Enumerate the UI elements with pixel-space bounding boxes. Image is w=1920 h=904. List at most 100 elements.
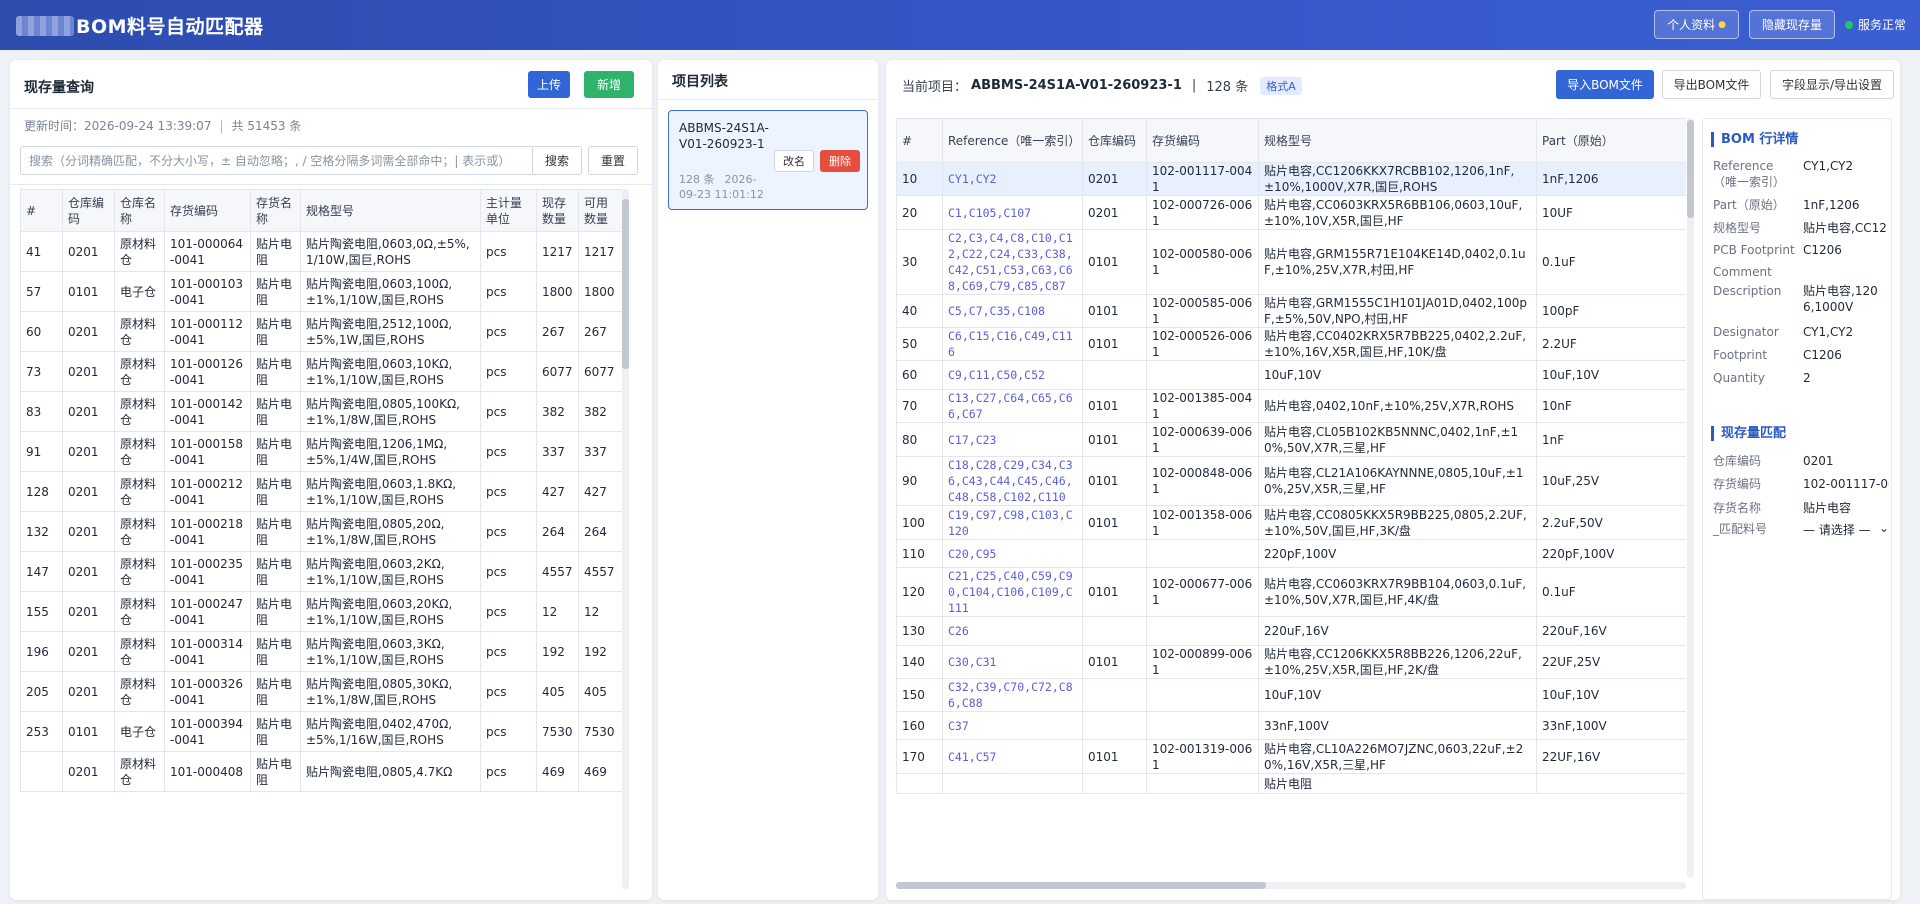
bom-row[interactable]: 10 CY1,CY2 0201 102-001117-0041 贴片电容,CC1206K… (896, 162, 1686, 196)
stock-row[interactable]: 147 0201 原材料仓 101-000235-0041 贴片电阻 贴片陶瓷电阻,060… (20, 551, 622, 592)
current-project: 当前项目： ABBMS-24S1A-V01-260923-1 | 128 条 格… (902, 76, 1302, 95)
bom-cell: 22UF,16V (1536, 739, 1686, 774)
search-button[interactable]: 搜索 (532, 146, 582, 175)
bom-cell (1536, 773, 1686, 794)
total-count: 共 51453 条 (231, 119, 302, 133)
stock-cell: 贴片电阻 (250, 311, 301, 352)
stock-scroll-thumb[interactable] (622, 199, 629, 369)
stock-field-value: 贴片电容 (1803, 501, 1852, 515)
stock-row[interactable]: 132 0201 原材料仓 101-000218-0041 贴片电阻 贴片陶瓷电阻,080… (20, 511, 622, 552)
bom-cell: 10UF (1536, 195, 1686, 230)
stock-cell: pcs (480, 751, 537, 792)
reference-cell: C20,C95 (942, 539, 1083, 568)
bom-cell: 10 (896, 162, 943, 196)
profile-button[interactable]: 个人资料 ● (1654, 10, 1739, 39)
bom-hscrollbar[interactable] (896, 882, 1686, 889)
bom-scroll-thumb[interactable] (1687, 120, 1694, 218)
stock-cell: pcs (480, 551, 537, 592)
stock-search-input[interactable] (20, 146, 534, 175)
stock-row[interactable]: 41 0201 原材料仓 101-000064-0041 贴片电阻 贴片陶瓷电阻,0603… (20, 231, 622, 272)
bom-cell: 贴片电容,CL21A106KAYNNNE,0805,10uF,±10%,25V,… (1258, 456, 1537, 506)
stock-cell: 贴片陶瓷电阻,1206,1MΩ,±5%,1/4W,国巨,ROHS (300, 431, 481, 472)
stock-cell: 101-000218-0041 (164, 511, 251, 552)
stock-row[interactable]: 196 0201 原材料仓 101-000314-0041 贴片电阻 贴片陶瓷电阻,060… (20, 631, 622, 672)
export-bom-button[interactable]: 导出BOM文件 (1662, 70, 1761, 99)
bom-row[interactable]: 70 C13,C27,C64,C65,C66,C67 0101 102-001385-… (896, 389, 1686, 423)
bom-table-wrap: # Reference（唯一索引） 仓库编码 存货编码 规格型号 Part（原始） 10 C… (896, 118, 1686, 888)
bom-cell (1146, 539, 1259, 568)
bom-cell: 33nF,100V (1258, 711, 1537, 740)
bom-row[interactable]: 120 C21,C25,C40,C59,C90,C104,C106,C109,C1… (896, 567, 1686, 617)
bom-row[interactable]: 140 C30,C31 0101 102-000899-0061 贴片电容,CC1206… (896, 645, 1686, 679)
reference-cell: C26 (942, 616, 1083, 646)
stock-row[interactable]: 83 0201 原材料仓 101-000142-0041 贴片电阻 贴片陶瓷电阻,0805… (20, 391, 622, 432)
stock-cell: 196 (20, 631, 63, 672)
stock-row[interactable]: 60 0201 原材料仓 101-000112-0041 贴片电阻 贴片陶瓷电阻,2512… (20, 311, 622, 352)
detail-field-value: 贴片电容,1206,1000V (1803, 284, 1878, 314)
stock-row[interactable]: 253 0101 电子仓 101-000394-0041 贴片电阻 贴片陶瓷电阻,0402… (20, 711, 622, 752)
stock-cell: 贴片电阻 (250, 511, 301, 552)
bom-row[interactable]: 170 C41,C57 0101 102-001319-0061 贴片电容,CL10A2… (896, 739, 1686, 774)
stock-row[interactable]: 91 0201 原材料仓 101-000158-0041 贴片电阻 贴片陶瓷电阻,1206… (20, 431, 622, 472)
bom-row[interactable]: 贴片电阻 (896, 773, 1686, 794)
bom-row[interactable]: 30 C2,C3,C4,C8,C10,C12,C22,C24,C33,C38,C4… (896, 229, 1686, 295)
stock-row[interactable]: 155 0201 原材料仓 101-000247-0041 贴片电阻 贴片陶瓷电阻,060… (20, 591, 622, 632)
bom-row[interactable]: 40 C5,C7,C35,C108 0101 102-000585-0061 贴片电容,… (896, 294, 1686, 328)
bom-panel: 当前项目： ABBMS-24S1A-V01-260923-1 | 128 条 格… (886, 60, 1900, 900)
import-bom-button[interactable]: 导入BOM文件 (1556, 70, 1654, 99)
bom-row[interactable]: 110 C20,C95 220pF,100V 220pF,100V (896, 539, 1686, 568)
stock-cell: 贴片陶瓷电阻,2512,100Ω,±5%,1W,国巨,ROHS (300, 311, 481, 352)
match-part-select[interactable]: — 请选择 — ⌄ (1803, 521, 1889, 538)
stock-cell: 原材料仓 (114, 431, 165, 472)
stock-cell: 405 (536, 671, 579, 712)
bom-row[interactable]: 130 C26 220uF,16V 220uF,16V (896, 616, 1686, 646)
bom-row[interactable]: 80 C17,C23 0101 102-000639-0061 贴片电容,CL05B10… (896, 422, 1686, 457)
bom-row[interactable]: 20 C1,C105,C107 0201 102-000726-0061 贴片电容,CC… (896, 195, 1686, 230)
stock-cell: pcs (480, 231, 537, 272)
hide-stock-button[interactable]: 隐藏现存量 (1748, 10, 1835, 39)
stock-scrollbar[interactable] (622, 189, 629, 889)
bom-row[interactable]: 50 C6,C15,C16,C49,C116 0101 102-000526-0061… (896, 327, 1686, 361)
project-card[interactable]: ABBMS-24S1A-V01-260923-1 128 条 2026-09-23… (668, 110, 868, 210)
stock-cell: 267 (536, 311, 579, 352)
upload-button[interactable]: 上传 (528, 71, 570, 98)
stock-cell: 贴片电阻 (250, 671, 301, 712)
detail-field-value: 2 (1803, 371, 1811, 385)
stock-cell: 4557 (578, 551, 622, 592)
stock-cell: pcs (480, 391, 537, 432)
stock-cell: 4557 (536, 551, 579, 592)
stock-cell: 253 (20, 711, 63, 752)
match-part-label: _匹配料号 (1713, 522, 1768, 536)
bom-row[interactable]: 60 C9,C11,C50,C52 10uF,10V 10uF,10V (896, 360, 1686, 390)
add-button[interactable]: 新增 (584, 71, 634, 98)
bom-hscroll-thumb[interactable] (896, 882, 1266, 889)
bom-cell: 0101 (1082, 645, 1147, 679)
stock-row[interactable]: 73 0201 原材料仓 101-000126-0041 贴片电阻 贴片陶瓷电阻,0603… (20, 351, 622, 392)
bom-cell: 33nF,100V (1536, 711, 1686, 740)
reset-button[interactable]: 重置 (588, 146, 638, 175)
stock-row[interactable]: 57 0101 电子仓 101-000103-0041 贴片电阻 贴片陶瓷电阻,0603,… (20, 271, 622, 312)
stock-cell: 155 (20, 591, 63, 632)
stock-cell: 101-000247-0041 (164, 591, 251, 632)
stock-row[interactable]: 205 0201 原材料仓 101-000326-0041 贴片电阻 贴片陶瓷电阻,080… (20, 671, 622, 712)
bom-scrollbar[interactable] (1687, 118, 1694, 878)
delete-button[interactable]: 删除 (820, 150, 860, 172)
bom-row[interactable]: 160 C37 33nF,100V 33nF,100V (896, 711, 1686, 740)
divider (10, 184, 652, 185)
divider (658, 99, 878, 100)
bom-row[interactable]: 150 C32,C39,C70,C72,C86,C88 10uF,10V 10uF,1… (896, 678, 1686, 712)
bom-cell: 160 (896, 711, 943, 740)
stock-cell: 469 (536, 751, 579, 792)
stock-row[interactable]: 128 0201 原材料仓 101-000212-0041 贴片电阻 贴片陶瓷电阻,060… (20, 471, 622, 512)
bom-cell: 0101 (1082, 739, 1147, 774)
stock-table-wrap: # 仓库编码 仓库名称 存货编码 存货名称 规格型号 主计量单位 现存数量 可用数量 41 020… (20, 189, 622, 900)
reference-cell: C5,C7,C35,C108 (942, 294, 1083, 328)
stock-col-header: 可用数量 (578, 189, 622, 232)
reference-cell: C18,C28,C29,C34,C36,C43,C44,C45,C46,C48,… (942, 456, 1083, 506)
field-settings-button[interactable]: 字段显示/导出设置 (1770, 70, 1894, 99)
rename-button[interactable]: 改名 (774, 150, 814, 172)
bom-row[interactable]: 90 C18,C28,C29,C34,C36,C43,C44,C45,C46,C4… (896, 456, 1686, 506)
reference-cell: C41,C57 (942, 739, 1083, 774)
bom-row[interactable]: 100 C19,C97,C98,C103,C120 0101 102-001358-0… (896, 505, 1686, 540)
stock-row[interactable]: 0201 原材料仓 101-000408 贴片电阻 贴片陶瓷电阻,0805,4.7KΩ p… (20, 751, 622, 792)
